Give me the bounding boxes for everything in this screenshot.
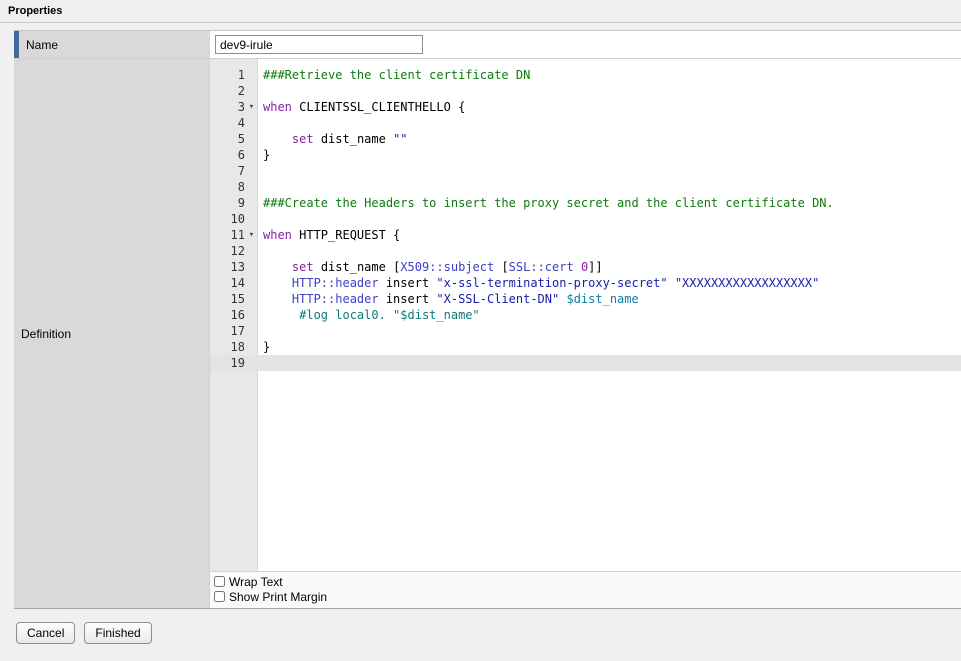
line-number: 7	[210, 163, 258, 179]
editor-line[interactable]: 13 set dist_name [X509::subject [SSL::ce…	[210, 259, 961, 275]
editor-line[interactable]: 6}	[210, 147, 961, 163]
editor-line[interactable]: 3▾when CLIENTSSL_CLIENTHELLO {	[210, 99, 961, 115]
definition-label-cell: Definition	[14, 59, 210, 608]
editor-line[interactable]: 16 #log local0. "$dist_name"	[210, 307, 961, 323]
line-number: 12	[210, 243, 258, 259]
editor-line[interactable]: 10	[210, 211, 961, 227]
line-number: 19	[210, 355, 258, 371]
wrap-text-option[interactable]: Wrap Text	[214, 574, 961, 589]
wrap-text-checkbox[interactable]	[214, 576, 225, 587]
editor-line[interactable]: 12	[210, 243, 961, 259]
code-line-text: HTTP::header insert "x-ssl-termination-p…	[258, 275, 819, 291]
code-line-text	[258, 163, 263, 179]
fold-arrow-icon[interactable]: ▾	[245, 99, 258, 115]
properties-page: Properties Name Definition 1###Retrieve …	[0, 0, 961, 644]
code-line-text: set dist_name ""	[258, 131, 408, 147]
code-line-text: }	[258, 147, 270, 163]
definition-label: Definition	[21, 327, 71, 341]
line-number: 11▾	[210, 227, 258, 243]
line-number: 1	[210, 67, 258, 83]
editor-line[interactable]: 7	[210, 163, 961, 179]
code-line-text	[258, 83, 263, 99]
properties-form: Name Definition 1###Retrieve the client …	[14, 30, 961, 609]
name-input[interactable]	[215, 35, 423, 54]
line-number: 5	[210, 131, 258, 147]
code-line-text	[258, 355, 263, 371]
line-number: 15	[210, 291, 258, 307]
show-print-margin-option[interactable]: Show Print Margin	[214, 589, 961, 604]
line-number: 17	[210, 323, 258, 339]
code-line-text: ###Retrieve the client certificate DN	[258, 67, 530, 83]
code-line-text	[258, 115, 263, 131]
code-line-text: #log local0. "$dist_name"	[258, 307, 480, 323]
code-line-text	[258, 179, 263, 195]
editor-line[interactable]: 8	[210, 179, 961, 195]
name-label-cell: Name	[14, 31, 210, 58]
line-number: 8	[210, 179, 258, 195]
line-number: 4	[210, 115, 258, 131]
code-line-text	[258, 323, 263, 339]
code-line-text: ###Create the Headers to insert the prox…	[258, 195, 834, 211]
finished-button[interactable]: Finished	[84, 622, 151, 644]
show-print-margin-label: Show Print Margin	[229, 590, 327, 604]
editor-line[interactable]: 9###Create the Headers to insert the pro…	[210, 195, 961, 211]
editor-line[interactable]: 5 set dist_name ""	[210, 131, 961, 147]
name-row: Name	[14, 31, 961, 59]
line-number: 3▾	[210, 99, 258, 115]
editor-line[interactable]: 1###Retrieve the client certificate DN	[210, 67, 961, 83]
definition-editor-cell: 1###Retrieve the client certificate DN23…	[210, 59, 961, 608]
code-line-text: }	[258, 339, 270, 355]
definition-row: Definition 1###Retrieve the client certi…	[14, 59, 961, 609]
show-print-margin-checkbox[interactable]	[214, 591, 225, 602]
line-number: 13	[210, 259, 258, 275]
wrap-text-label: Wrap Text	[229, 575, 283, 589]
line-number: 16	[210, 307, 258, 323]
code-line-text: when HTTP_REQUEST {	[258, 227, 400, 243]
editor-line[interactable]: 14 HTTP::header insert "x-ssl-terminatio…	[210, 275, 961, 291]
line-number: 9	[210, 195, 258, 211]
line-number: 2	[210, 83, 258, 99]
line-number: 18	[210, 339, 258, 355]
code-line-text: set dist_name [X509::subject [SSL::cert …	[258, 259, 603, 275]
editor-line[interactable]: 19	[210, 355, 961, 371]
name-label: Name	[26, 38, 58, 52]
line-number: 14	[210, 275, 258, 291]
line-number: 6	[210, 147, 258, 163]
line-number: 10	[210, 211, 258, 227]
code-editor[interactable]: 1###Retrieve the client certificate DN23…	[210, 59, 961, 571]
code-line-text	[258, 211, 263, 227]
editor-line[interactable]: 18}	[210, 339, 961, 355]
editor-line[interactable]: 4	[210, 115, 961, 131]
name-value-cell	[210, 31, 961, 58]
required-indicator	[14, 31, 19, 58]
footer-buttons: Cancel Finished	[0, 609, 961, 644]
editor-line[interactable]: 15 HTTP::header insert "X-SSL-Client-DN"…	[210, 291, 961, 307]
page-title: Properties	[0, 0, 961, 23]
editor-line[interactable]: 17	[210, 323, 961, 339]
editor-line[interactable]: 11▾when HTTP_REQUEST {	[210, 227, 961, 243]
fold-arrow-icon[interactable]: ▾	[245, 227, 258, 243]
editor-options: Wrap Text Show Print Margin	[210, 571, 961, 608]
code-line-text: when CLIENTSSL_CLIENTHELLO {	[258, 99, 465, 115]
code-line-text: HTTP::header insert "X-SSL-Client-DN" $d…	[258, 291, 639, 307]
editor-line[interactable]: 2	[210, 83, 961, 99]
cancel-button[interactable]: Cancel	[16, 622, 75, 644]
code-line-text	[258, 243, 263, 259]
